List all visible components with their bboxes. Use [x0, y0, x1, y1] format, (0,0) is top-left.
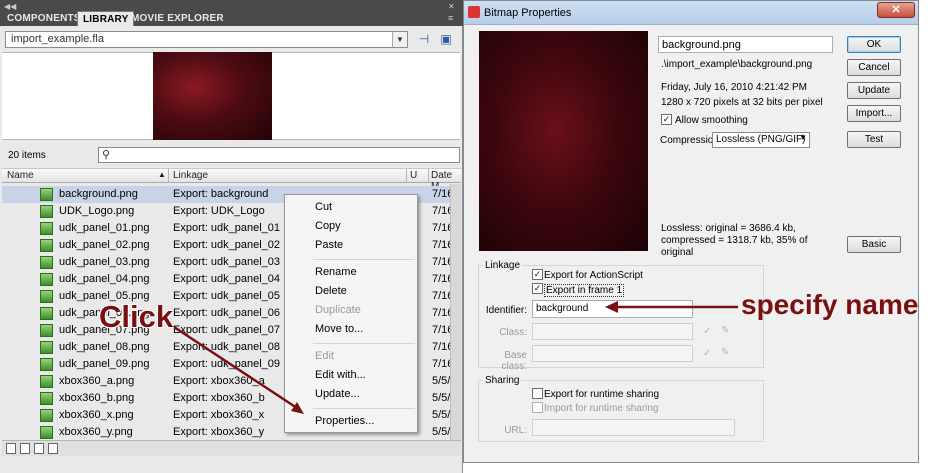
annotation-specify-name: specify name [741, 289, 919, 320]
click-arrow [170, 323, 301, 412]
annotation-arrows [170, 301, 738, 414]
specify-arrowhead [605, 301, 618, 313]
click-arrowhead [291, 402, 304, 414]
annotation-click: Click [99, 299, 174, 334]
